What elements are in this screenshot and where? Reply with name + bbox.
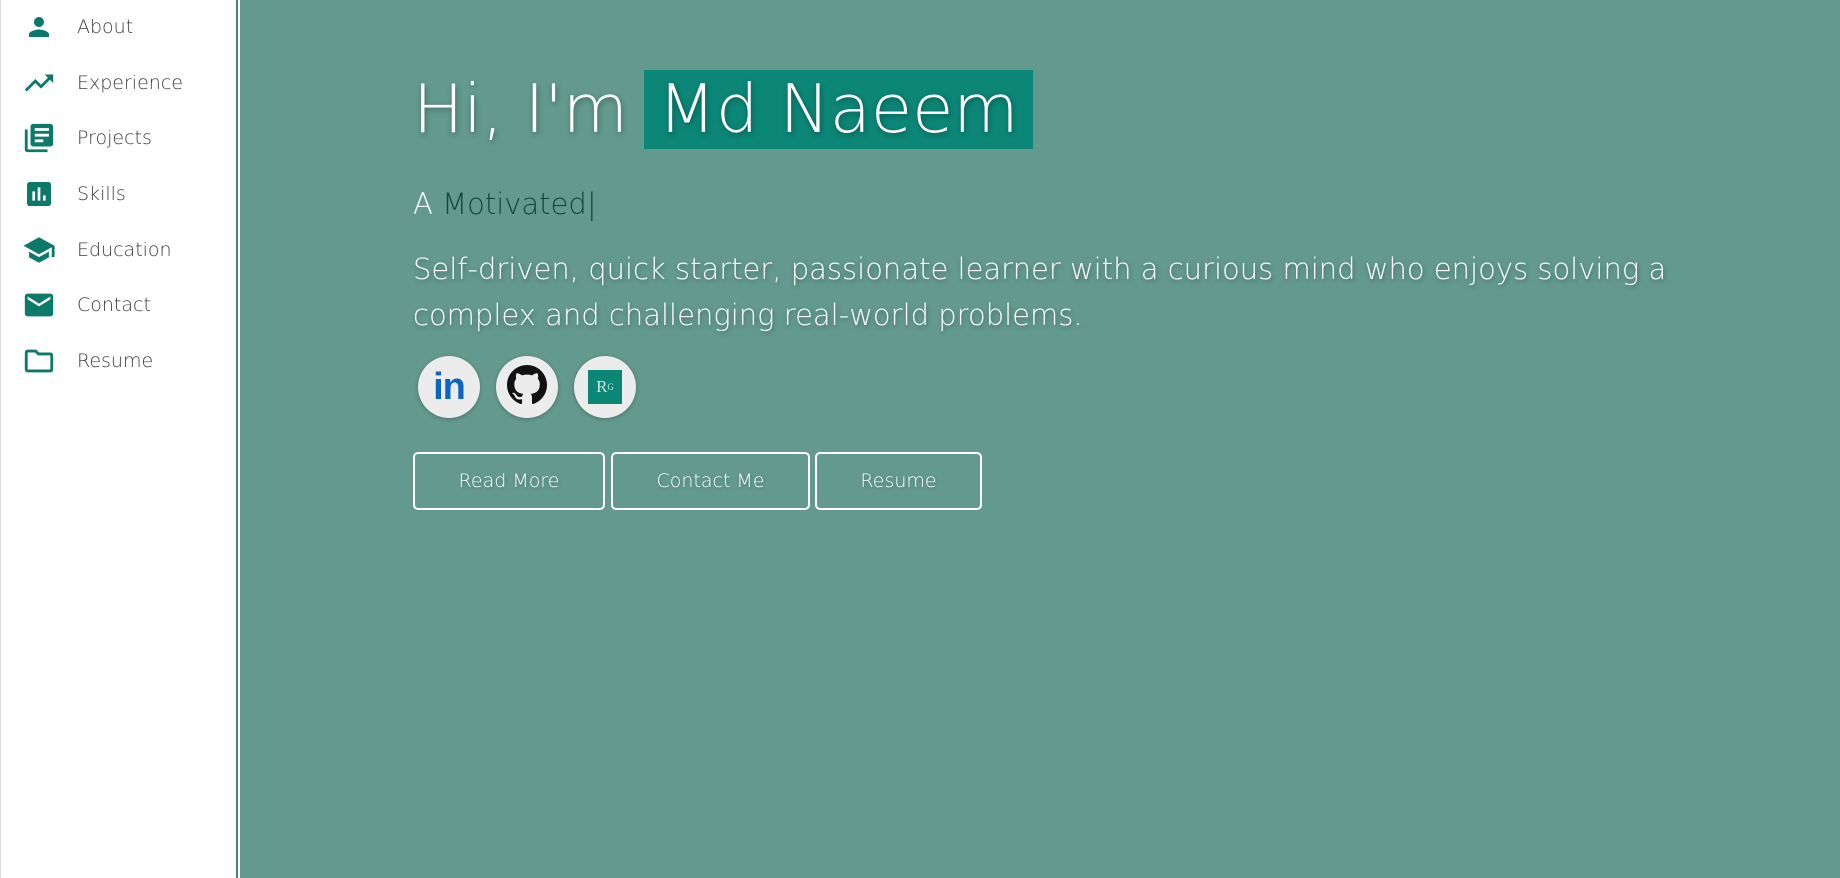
sidebar-item-about[interactable]: About: [1, 3, 237, 51]
hero-bio: Self-driven, quick starter, passionate l…: [413, 252, 1667, 332]
sidebar-item-label: About: [77, 16, 134, 38]
linkedin-icon: in: [433, 366, 466, 408]
sidebar-item-contact[interactable]: Contact: [1, 281, 237, 329]
hero-name: Md Naeem: [644, 69, 1033, 149]
tagline-typed-word: Motivated: [442, 187, 587, 221]
github-link[interactable]: [496, 356, 558, 418]
sidebar-item-label: Experience: [77, 72, 183, 94]
researchgate-icon: RG: [588, 370, 622, 404]
hero-section: Hi, I'm Md Naeem A Motivated| Self-drive…: [240, 0, 1840, 878]
read-more-button[interactable]: Read More: [413, 452, 605, 510]
hero-greeting: Hi, I'm: [413, 70, 629, 148]
contact-me-button[interactable]: Contact Me: [611, 452, 810, 510]
sidebar-item-label: Resume: [77, 350, 154, 372]
sidebar-item-experience[interactable]: Experience: [1, 59, 237, 107]
hero-title: Hi, I'm Md Naeem: [413, 62, 1033, 156]
sidebar-item-projects[interactable]: Projects: [1, 114, 237, 162]
graduation-cap-icon: [22, 233, 56, 267]
sidebar-item-education[interactable]: Education: [1, 226, 237, 274]
sidebar-item-label: Education: [77, 239, 172, 261]
library-books-icon: [22, 121, 56, 155]
trending-up-icon: [22, 66, 56, 100]
mail-icon: [22, 288, 56, 322]
sidebar-item-label: Projects: [77, 127, 152, 149]
typing-cursor: |: [586, 187, 597, 221]
sidebar-item-resume[interactable]: Resume: [1, 337, 237, 385]
sidebar-item-label: Contact: [77, 294, 151, 316]
researchgate-g: G: [607, 382, 614, 392]
resume-button[interactable]: Resume: [815, 452, 982, 510]
bar-chart-icon: [22, 177, 56, 211]
sidebar-item-skills[interactable]: Skills: [1, 170, 237, 218]
person-icon: [22, 10, 56, 44]
linkedin-link[interactable]: in: [418, 356, 480, 418]
sidebar: About Experience Projects Skills Educati…: [0, 0, 238, 878]
sidebar-item-label: Skills: [77, 183, 126, 205]
folder-icon: [22, 344, 56, 378]
researchgate-r: R: [596, 377, 608, 396]
researchgate-link[interactable]: RG: [574, 356, 636, 418]
github-icon: [507, 365, 547, 409]
hero-tagline: A Motivated|: [413, 187, 597, 221]
tagline-prefix: A: [413, 187, 433, 221]
